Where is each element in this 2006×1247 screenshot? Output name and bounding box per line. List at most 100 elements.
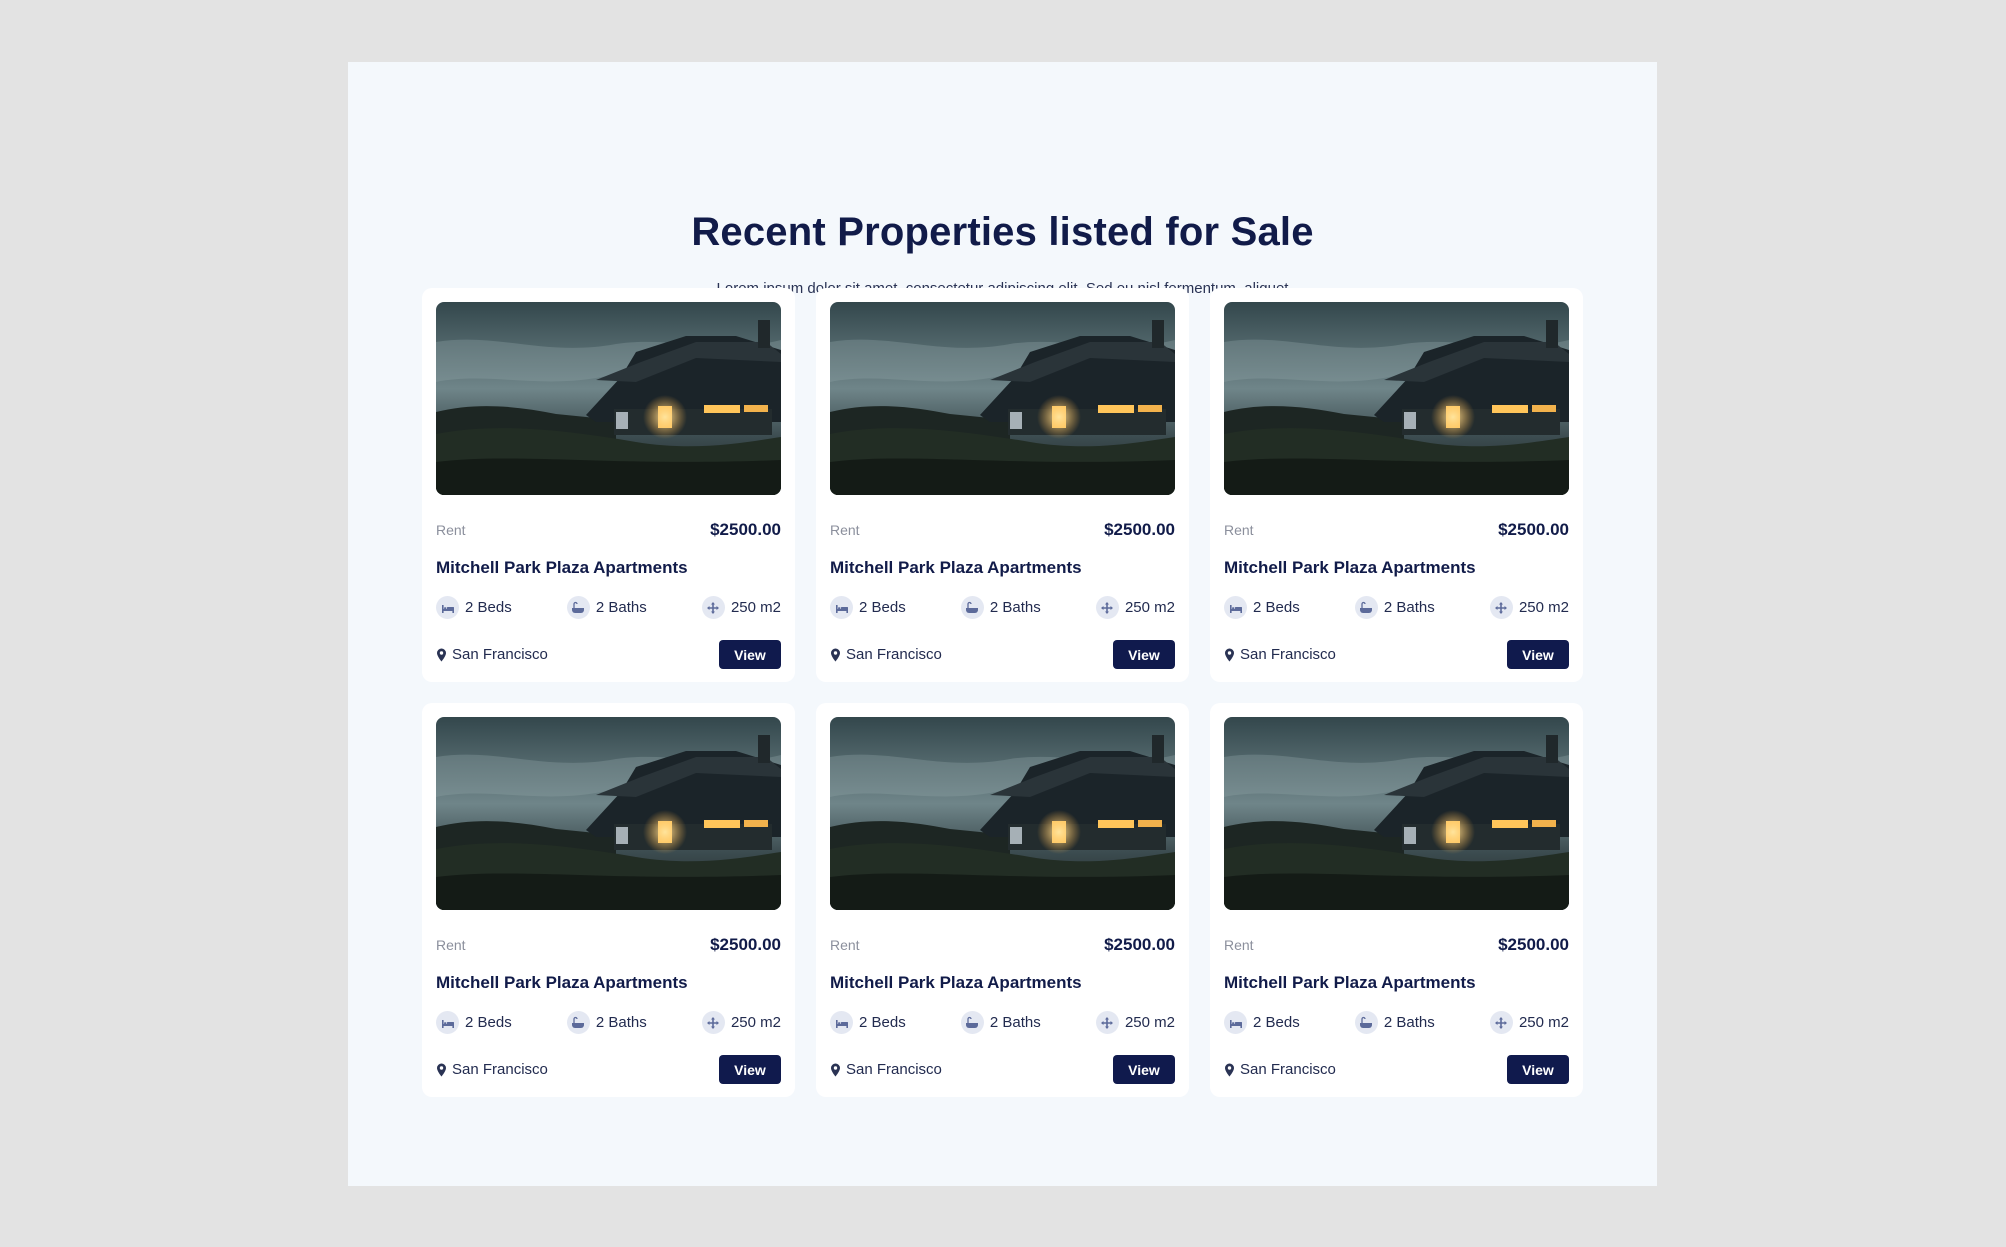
baths-feature: 2 Baths bbox=[960, 596, 1041, 619]
view-button[interactable]: View bbox=[1113, 1055, 1175, 1084]
area-arrows-icon bbox=[701, 596, 725, 619]
area-arrows-icon bbox=[1095, 596, 1119, 619]
listing-price: $2500.00 bbox=[1498, 520, 1569, 539]
section-title: Recent Properties listed for Sale bbox=[691, 210, 1314, 254]
beds-label: 2 Beds bbox=[465, 599, 512, 616]
listing-location: San Francisco bbox=[830, 1061, 942, 1078]
house-photo[interactable] bbox=[1224, 717, 1569, 910]
bathtub-icon bbox=[566, 596, 590, 619]
view-button[interactable]: View bbox=[1507, 1055, 1569, 1084]
area-feature: 250 m2 bbox=[701, 596, 781, 619]
listing-type: Rent bbox=[1224, 937, 1254, 953]
beds-label: 2 Beds bbox=[859, 1014, 906, 1031]
location-label: San Francisco bbox=[452, 646, 548, 663]
listing-title[interactable]: Mitchell Park Plaza Apartments bbox=[436, 973, 688, 993]
listing-title[interactable]: Mitchell Park Plaza Apartments bbox=[436, 558, 688, 578]
bathtub-icon bbox=[1354, 1011, 1378, 1034]
listing-title[interactable]: Mitchell Park Plaza Apartments bbox=[830, 973, 1082, 993]
area-arrows-icon bbox=[1095, 1011, 1119, 1034]
listing-features: 2 Beds 2 Baths 250 m2 bbox=[1224, 596, 1569, 619]
properties-section: Recent Properties listed for Sale Lorem … bbox=[348, 62, 1657, 1186]
listing-features: 2 Beds 2 Baths 250 m2 bbox=[830, 596, 1175, 619]
listing-type: Rent bbox=[1224, 522, 1254, 538]
baths-label: 2 Baths bbox=[1383, 1014, 1435, 1031]
baths-label: 2 Baths bbox=[595, 599, 647, 616]
location-label: San Francisco bbox=[1240, 646, 1336, 663]
listing-location: San Francisco bbox=[436, 646, 548, 663]
location-label: San Francisco bbox=[452, 1061, 548, 1078]
bed-icon bbox=[830, 596, 853, 619]
bathtub-icon bbox=[960, 1011, 984, 1034]
location-label: San Francisco bbox=[846, 646, 942, 663]
listing-features: 2 Beds 2 Baths 250 m2 bbox=[436, 596, 781, 619]
area-feature: 250 m2 bbox=[1489, 1011, 1569, 1034]
baths-feature: 2 Baths bbox=[1354, 596, 1435, 619]
listing-card[interactable]: Rent $2500.00 Mitchell Park Plaza Apartm… bbox=[816, 703, 1189, 1097]
listing-type: Rent bbox=[830, 522, 860, 538]
bathtub-icon bbox=[960, 596, 984, 619]
listing-card[interactable]: Rent $2500.00 Mitchell Park Plaza Apartm… bbox=[422, 703, 795, 1097]
baths-label: 2 Baths bbox=[989, 599, 1041, 616]
house-photo[interactable] bbox=[830, 717, 1175, 910]
listing-title[interactable]: Mitchell Park Plaza Apartments bbox=[1224, 558, 1476, 578]
listing-price: $2500.00 bbox=[710, 935, 781, 954]
baths-label: 2 Baths bbox=[1383, 599, 1435, 616]
bed-icon bbox=[436, 596, 459, 619]
listing-grid: Rent $2500.00 Mitchell Park Plaza Apartm… bbox=[422, 288, 1583, 1097]
map-pin-icon bbox=[831, 648, 840, 661]
listing-price: $2500.00 bbox=[1498, 935, 1569, 954]
bed-icon bbox=[830, 1011, 853, 1034]
view-button[interactable]: View bbox=[719, 1055, 781, 1084]
location-label: San Francisco bbox=[846, 1061, 942, 1078]
baths-feature: 2 Baths bbox=[960, 1011, 1041, 1034]
area-arrows-icon bbox=[701, 1011, 725, 1034]
listing-title[interactable]: Mitchell Park Plaza Apartments bbox=[1224, 973, 1476, 993]
beds-label: 2 Beds bbox=[465, 1014, 512, 1031]
beds-feature: 2 Beds bbox=[436, 1011, 512, 1034]
area-feature: 250 m2 bbox=[1095, 1011, 1175, 1034]
area-arrows-icon bbox=[1489, 596, 1513, 619]
beds-feature: 2 Beds bbox=[830, 1011, 906, 1034]
listing-card[interactable]: Rent $2500.00 Mitchell Park Plaza Apartm… bbox=[1210, 703, 1583, 1097]
listing-features: 2 Beds 2 Baths 250 m2 bbox=[830, 1011, 1175, 1034]
beds-label: 2 Beds bbox=[1253, 1014, 1300, 1031]
house-photo[interactable] bbox=[830, 302, 1175, 495]
beds-feature: 2 Beds bbox=[1224, 1011, 1300, 1034]
baths-feature: 2 Baths bbox=[566, 596, 647, 619]
house-photo[interactable] bbox=[436, 302, 781, 495]
area-feature: 250 m2 bbox=[1095, 596, 1175, 619]
house-photo[interactable] bbox=[436, 717, 781, 910]
bed-icon bbox=[1224, 1011, 1247, 1034]
bathtub-icon bbox=[566, 1011, 590, 1034]
area-label: 250 m2 bbox=[730, 1014, 781, 1031]
listing-card[interactable]: Rent $2500.00 Mitchell Park Plaza Apartm… bbox=[422, 288, 795, 682]
listing-card[interactable]: Rent $2500.00 Mitchell Park Plaza Apartm… bbox=[816, 288, 1189, 682]
listing-location: San Francisco bbox=[1224, 1061, 1336, 1078]
listing-type: Rent bbox=[436, 937, 466, 953]
area-label: 250 m2 bbox=[1124, 1014, 1175, 1031]
bed-icon bbox=[1224, 596, 1247, 619]
beds-feature: 2 Beds bbox=[1224, 596, 1300, 619]
area-label: 250 m2 bbox=[1518, 1014, 1569, 1031]
listing-title[interactable]: Mitchell Park Plaza Apartments bbox=[830, 558, 1082, 578]
view-button[interactable]: View bbox=[1113, 640, 1175, 669]
listing-location: San Francisco bbox=[830, 646, 942, 663]
listing-type: Rent bbox=[830, 937, 860, 953]
map-pin-icon bbox=[1225, 1063, 1234, 1076]
baths-feature: 2 Baths bbox=[566, 1011, 647, 1034]
listing-location: San Francisco bbox=[436, 1061, 548, 1078]
baths-label: 2 Baths bbox=[989, 1014, 1041, 1031]
baths-label: 2 Baths bbox=[595, 1014, 647, 1031]
listing-price: $2500.00 bbox=[1104, 520, 1175, 539]
listing-location: San Francisco bbox=[1224, 646, 1336, 663]
map-pin-icon bbox=[437, 1063, 446, 1076]
map-pin-icon bbox=[437, 648, 446, 661]
area-feature: 250 m2 bbox=[1489, 596, 1569, 619]
listing-type: Rent bbox=[436, 522, 466, 538]
beds-feature: 2 Beds bbox=[830, 596, 906, 619]
area-arrows-icon bbox=[1489, 1011, 1513, 1034]
listing-card[interactable]: Rent $2500.00 Mitchell Park Plaza Apartm… bbox=[1210, 288, 1583, 682]
house-photo[interactable] bbox=[1224, 302, 1569, 495]
view-button[interactable]: View bbox=[1507, 640, 1569, 669]
view-button[interactable]: View bbox=[719, 640, 781, 669]
